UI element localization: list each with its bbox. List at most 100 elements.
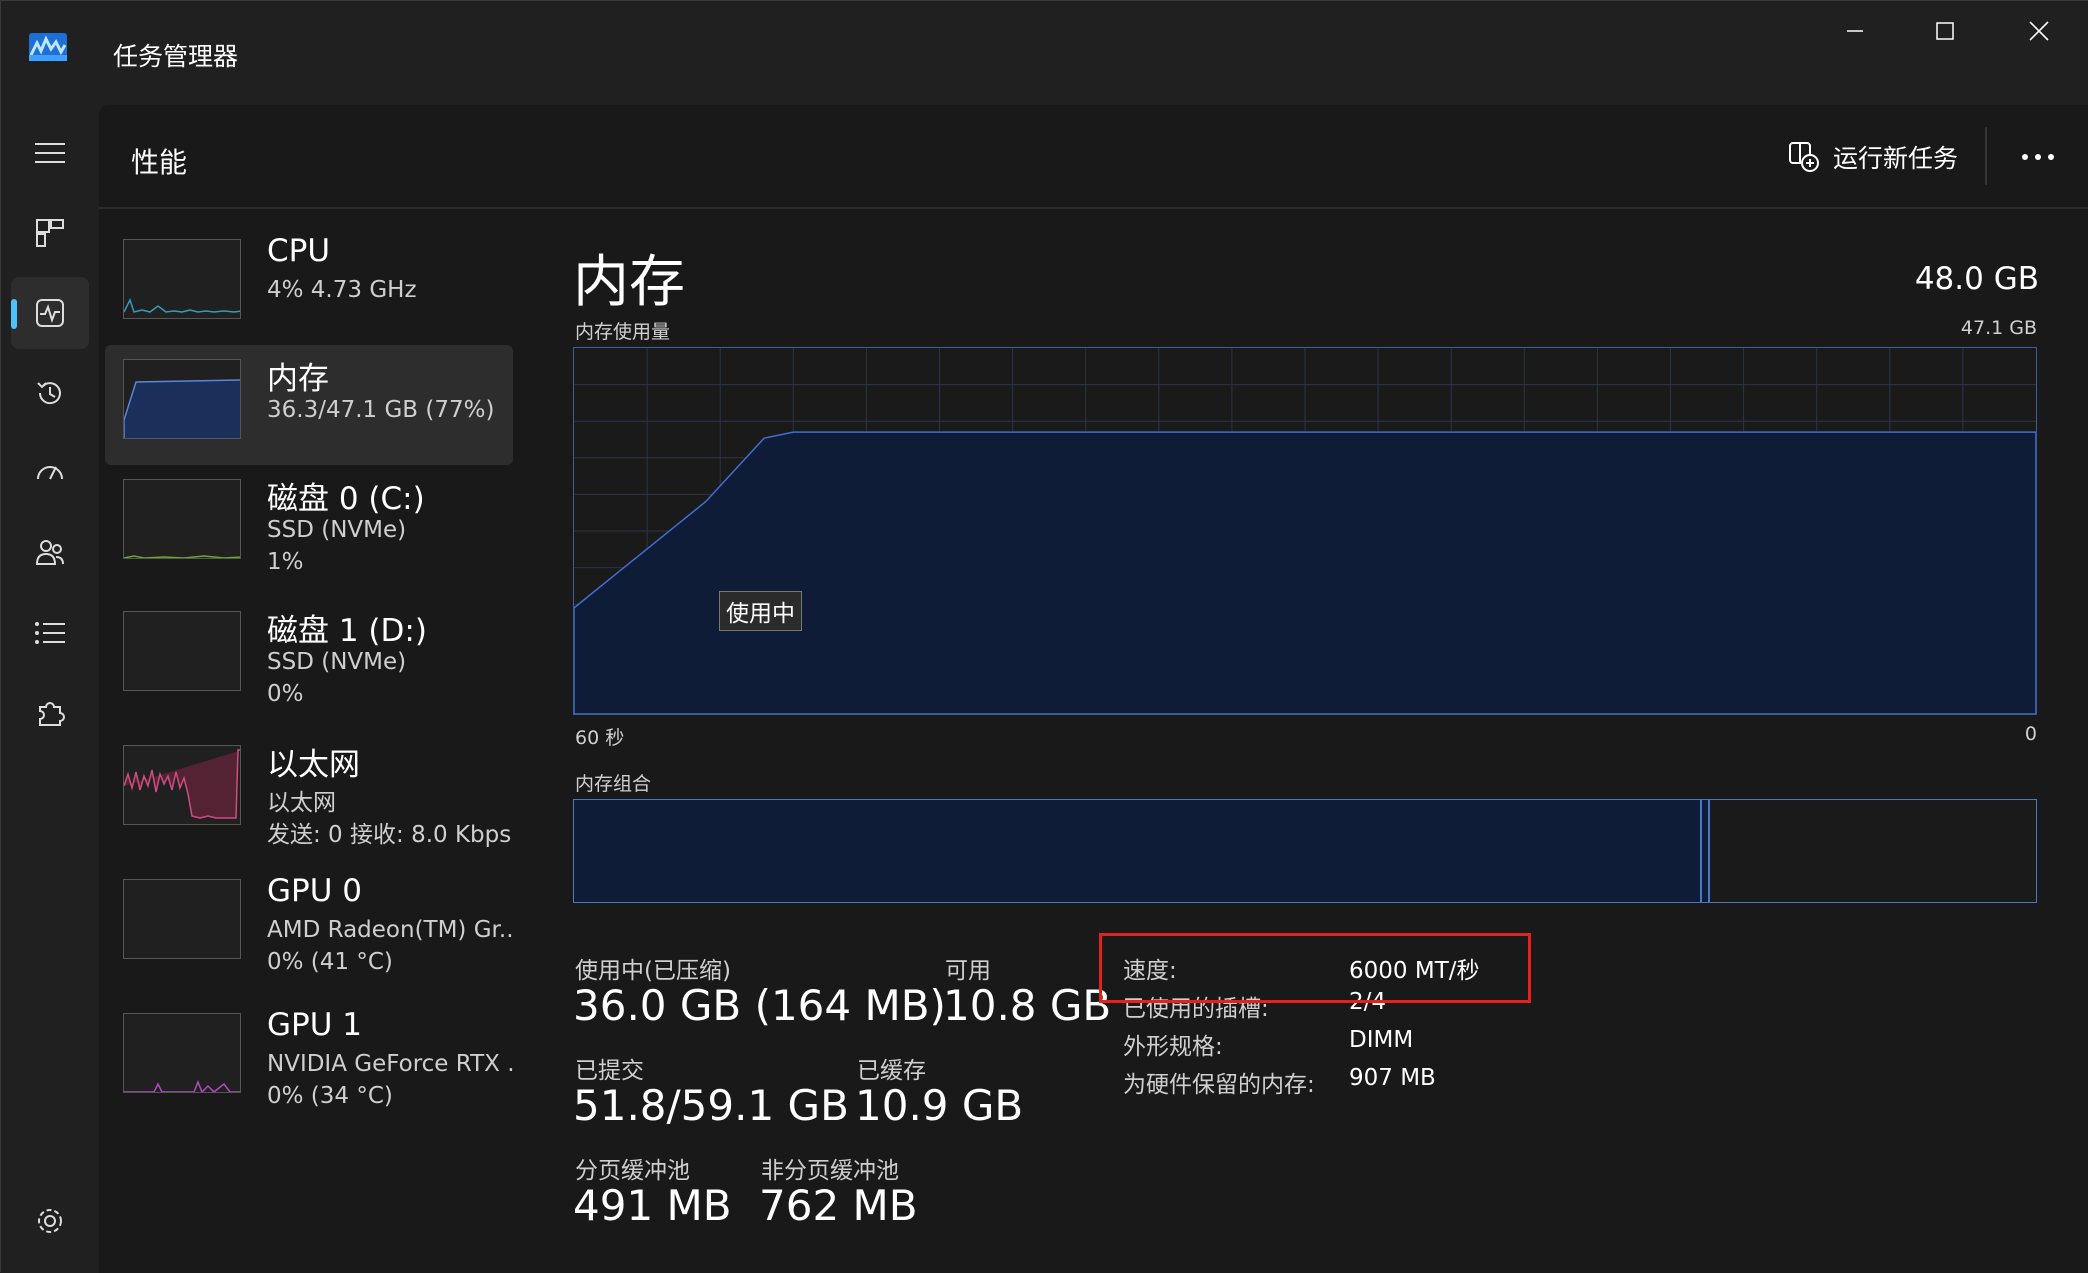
available-value: 10.8 GB [943, 981, 1112, 1030]
active-indicator [11, 299, 17, 329]
hamburger-icon [35, 143, 65, 163]
device-detail: SSD (NVMe) [267, 517, 407, 543]
navigation-rail [1, 105, 99, 1273]
memory-composition-bar [573, 799, 2037, 903]
processes-icon [36, 219, 64, 247]
nonpaged-pool-value: 762 MB [759, 1181, 918, 1230]
cached-value: 10.9 GB [855, 1081, 1024, 1130]
device-detail: 36.3/47.1 GB (77%) [267, 397, 495, 423]
device-detail: SSD (NVMe) [267, 649, 407, 675]
device-name: GPU 1 [267, 1007, 362, 1043]
cpu-thumbnail-graph [123, 239, 241, 319]
device-memory[interactable]: 内存 36.3/47.1 GB (77%) [105, 345, 513, 465]
memory-usage-area [573, 431, 2037, 715]
composition-label: 内存组合 [575, 773, 652, 795]
hardware-reserved-value: 907 MB [1349, 1065, 1436, 1091]
memory-usage-graph [573, 347, 2037, 715]
startup-speedometer-icon [37, 466, 63, 480]
device-gpu-1[interactable]: GPU 1 NVIDIA GeForce RTX . 0% (34 °C) [105, 999, 515, 1119]
time-axis-right: 0 [2024, 723, 2037, 745]
nav-users[interactable] [11, 517, 89, 589]
usage-graph-max: 47.1 GB [1960, 317, 2037, 339]
nav-settings[interactable] [11, 1185, 89, 1257]
nav-services[interactable] [11, 677, 89, 749]
memory-title: 内存 [573, 250, 685, 315]
memory-usage-plot [573, 348, 2037, 715]
device-name: CPU [267, 233, 331, 269]
hardware-reserved-key: 为硬件保留的内存: [1123, 1072, 1315, 1098]
history-icon [37, 382, 61, 405]
header-separator [1985, 127, 1987, 185]
close-button[interactable] [1993, 1, 2085, 61]
nav-details[interactable] [11, 597, 89, 669]
disk0-thumbnail-graph [123, 479, 241, 559]
composition-in-use [574, 800, 1702, 902]
in-use-tooltip: 使用中 [719, 591, 802, 631]
gpu1-thumbnail-graph [123, 1013, 241, 1093]
committed-label: 已提交 [575, 1058, 644, 1084]
device-detail: 4% 4.73 GHz [267, 277, 417, 303]
nav-performance[interactable] [11, 277, 89, 349]
page-header: 性能 运行新任务 [99, 105, 2088, 209]
paged-pool-label: 分页缓冲池 [575, 1158, 690, 1184]
disk1-thumbnail-graph [123, 611, 241, 691]
form-factor-value: DIMM [1349, 1027, 1414, 1053]
nav-app-history[interactable] [11, 357, 89, 429]
device-name: 磁盘 1 (D:) [267, 613, 427, 649]
device-cpu[interactable]: CPU 4% 4.73 GHz [105, 225, 513, 345]
device-detail: 以太网 [267, 790, 336, 816]
device-name: 磁盘 0 (C:) [267, 481, 425, 517]
settings-gear-icon [38, 1209, 62, 1233]
task-manager-app-icon [29, 33, 67, 61]
available-label: 可用 [945, 958, 991, 984]
in-use-value: 36.0 GB (164 MB) [573, 981, 946, 1030]
ethernet-thumbnail-graph [123, 745, 241, 825]
maximize-icon [1936, 22, 1954, 40]
device-gpu-0[interactable]: GPU 0 AMD Radeon(TM) Gr.. 0% (41 °C) [105, 865, 514, 985]
highlight-annotation-box [1099, 933, 1531, 1003]
device-usage: 0% [267, 681, 304, 707]
minimize-icon [1847, 30, 1863, 32]
device-detail: AMD Radeon(TM) Gr.. [267, 917, 514, 943]
device-ethernet[interactable]: 以太网 以太网 发送: 0 接收: 8.0 Kbps [105, 731, 513, 851]
nav-processes[interactable] [11, 197, 89, 269]
paged-pool-value: 491 MB [573, 1181, 732, 1230]
device-usage: 1% [267, 549, 304, 575]
device-disk-1[interactable]: 磁盘 1 (D:) SSD (NVMe) 0% [105, 597, 513, 717]
committed-value: 51.8/59.1 GB [573, 1081, 849, 1130]
ellipsis-icon [2022, 154, 2054, 160]
run-new-task-button[interactable]: 运行新任务 [1789, 133, 1958, 181]
task-manager-window: 任务管理器 性能 运行新任务 CPU 4% 4.73 GHz 内存 36.3/4… [0, 0, 2088, 1273]
run-task-label: 运行新任务 [1833, 144, 1959, 173]
nav-startup[interactable] [11, 437, 89, 509]
run-task-icon [1789, 142, 1819, 172]
minimize-button[interactable] [1809, 1, 1901, 61]
device-usage: 0% (41 °C) [267, 949, 393, 975]
cached-label: 已缓存 [857, 1058, 926, 1084]
device-name: 内存 [267, 361, 329, 397]
usage-graph-label: 内存使用量 [575, 321, 671, 343]
device-detail: NVIDIA GeForce RTX . [267, 1051, 515, 1077]
app-title: 任务管理器 [113, 42, 239, 71]
memory-thumbnail-graph [123, 359, 241, 439]
device-throughput: 发送: 0 接收: 8.0 Kbps [267, 822, 512, 848]
device-usage: 0% (34 °C) [267, 1083, 393, 1109]
nonpaged-pool-label: 非分页缓冲池 [761, 1158, 899, 1184]
hamburger-menu-button[interactable] [11, 117, 89, 189]
performance-icon [36, 299, 64, 327]
in-use-label: 使用中(已压缩) [575, 958, 731, 984]
title-bar: 任务管理器 [1, 1, 2088, 105]
content-area: 性能 运行新任务 CPU 4% 4.73 GHz 内存 36.3/47.1 GB… [99, 105, 2088, 1273]
users-icon [35, 540, 64, 565]
device-disk-0[interactable]: 磁盘 0 (C:) SSD (NVMe) 1% [105, 465, 513, 585]
device-name: GPU 0 [267, 873, 362, 909]
services-puzzle-icon [39, 702, 65, 726]
close-icon [2029, 21, 2049, 41]
gpu0-thumbnail-graph [123, 879, 241, 959]
form-factor-key: 外形规格: [1123, 1034, 1223, 1060]
maximize-button[interactable] [1899, 1, 1991, 61]
composition-modified [1702, 800, 1710, 902]
device-name: 以太网 [267, 747, 360, 783]
more-options-button[interactable] [2011, 133, 2065, 181]
memory-total: 48.0 GB [1914, 261, 2039, 297]
